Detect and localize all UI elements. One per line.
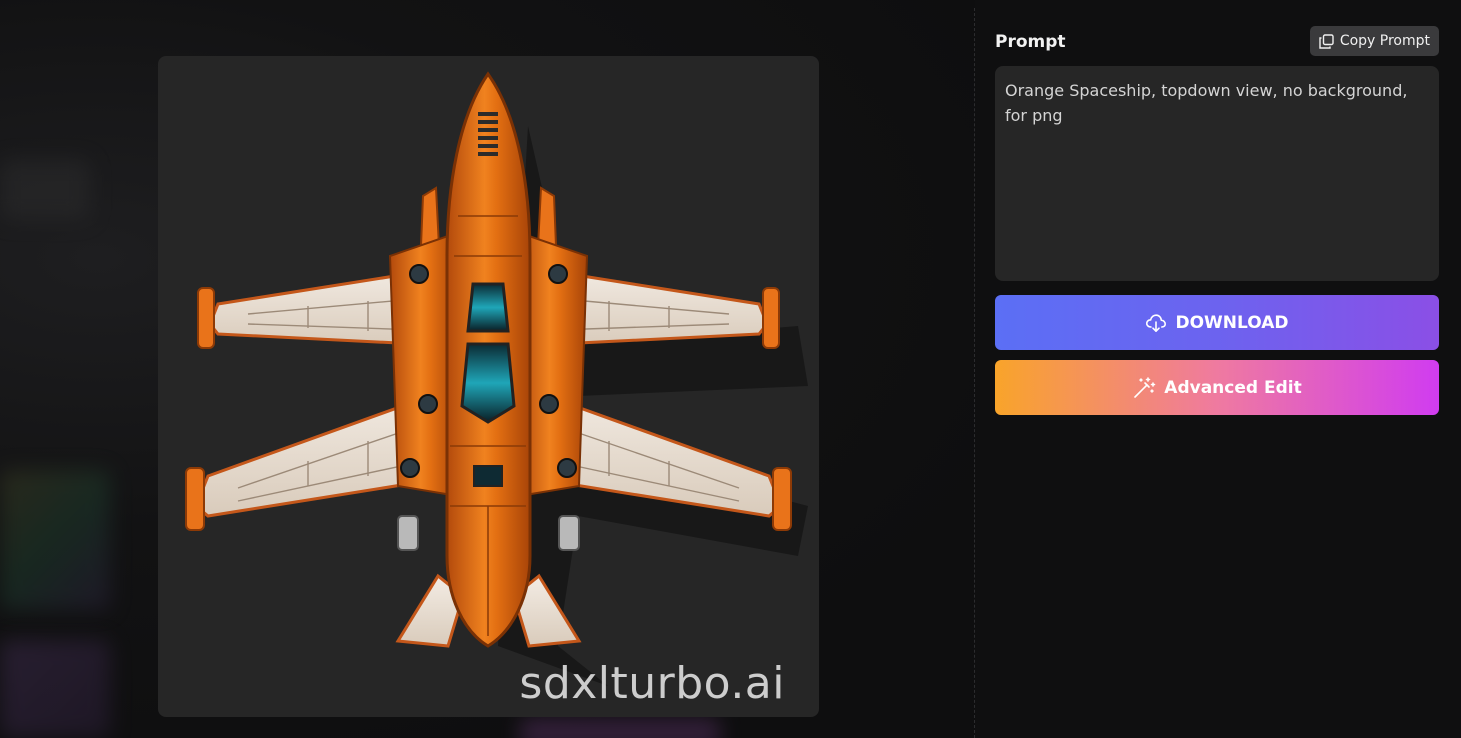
watermark-text: sdxlturbo.ai <box>519 658 785 709</box>
magic-wand-icon <box>1132 376 1156 400</box>
prompt-header: Prompt Copy Prompt <box>995 26 1439 56</box>
download-label: DOWNLOAD <box>1175 312 1289 333</box>
copy-prompt-button[interactable]: Copy Prompt <box>1309 26 1439 56</box>
prompt-panel: Prompt Copy Prompt Orange Spaceship, top… <box>995 26 1439 415</box>
copy-prompt-label: Copy Prompt <box>1339 33 1430 49</box>
blurred-thumbnail <box>0 160 90 220</box>
prompt-title: Prompt <box>995 32 1066 52</box>
blurred-thumbnail <box>520 718 720 738</box>
advanced-edit-button[interactable]: Advanced Edit <box>995 360 1439 415</box>
copy-icon <box>1319 33 1334 49</box>
generator-page: sdxlturbo.ai Prompt Copy Prompt Orange S… <box>0 0 1461 738</box>
cloud-download-icon <box>1145 313 1167 333</box>
panel-divider <box>974 8 975 738</box>
download-button[interactable]: DOWNLOAD <box>995 295 1439 350</box>
blurred-thumbnail <box>0 640 110 738</box>
prompt-textarea[interactable]: Orange Spaceship, topdown view, no backg… <box>995 66 1439 281</box>
blurred-thumbnail <box>0 470 110 610</box>
orange-spaceship-icon <box>185 71 808 686</box>
generated-image: sdxlturbo.ai <box>158 56 819 717</box>
advanced-edit-label: Advanced Edit <box>1164 377 1302 398</box>
